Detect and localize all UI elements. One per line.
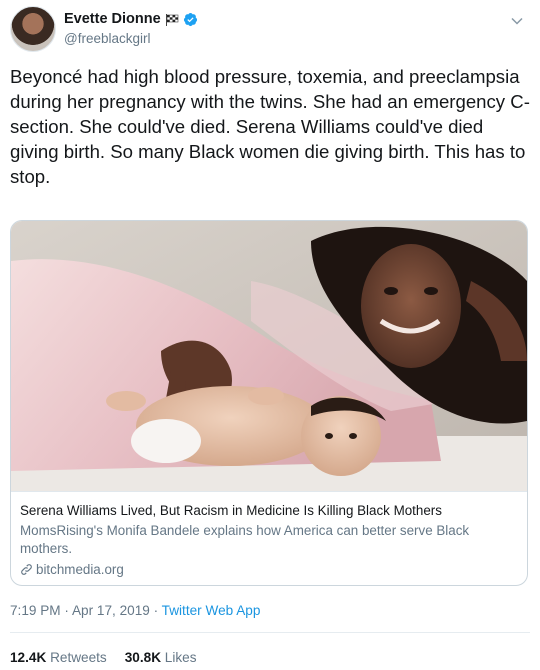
tweet-meta: 7:19 PM · Apr 17, 2019 · Twitter Web App [10, 603, 260, 618]
tweet-date[interactable]: Apr 17, 2019 [72, 603, 150, 618]
author-name[interactable]: Evette Dionne [64, 11, 161, 27]
card-image[interactable] [11, 221, 527, 491]
card-body[interactable]: Serena Williams Lived, But Racism in Med… [11, 491, 527, 585]
tweet-header: Evette Dionne @freeblackgirl [10, 6, 530, 56]
divider [10, 632, 530, 633]
card-description: MomsRising's Monifa Bandele explains how… [20, 523, 470, 556]
likes-label: Likes [164, 650, 197, 665]
meta-separator: · [60, 603, 72, 618]
author-handle[interactable]: @freeblackgirl [64, 31, 198, 46]
checkered-flag-icon [165, 13, 179, 26]
retweets-stat[interactable]: 12.4K Retweets [10, 650, 107, 665]
verified-badge-icon [183, 12, 198, 27]
link-icon [20, 563, 33, 576]
likes-count: 30.8K [124, 650, 162, 665]
card-domain-row: bitchmedia.org [20, 562, 517, 577]
likes-stat[interactable]: 30.8K Likes [125, 650, 197, 665]
tweet-text: Beyoncé had high blood pressure, toxemia… [10, 66, 530, 187]
retweets-label: Retweets [50, 650, 107, 665]
engagement-stats: 12.4K Retweets 30.8K Likes [10, 650, 197, 665]
tweet-time[interactable]: 7:19 PM [10, 603, 61, 618]
tweet-source-link[interactable]: Twitter Web App [162, 603, 261, 618]
author-name-row: Evette Dionne [64, 10, 198, 28]
meta-separator: · [149, 603, 162, 618]
chevron-down-icon[interactable] [510, 14, 524, 28]
retweets-count: 12.4K [10, 650, 47, 665]
author-block: Evette Dionne @freeblackgirl [64, 10, 198, 46]
card-title: Serena Williams Lived, But Racism in Med… [20, 503, 442, 518]
avatar[interactable] [10, 6, 56, 52]
card-domain: bitchmedia.org [36, 562, 124, 577]
link-preview-card[interactable]: Serena Williams Lived, But Racism in Med… [10, 220, 528, 586]
